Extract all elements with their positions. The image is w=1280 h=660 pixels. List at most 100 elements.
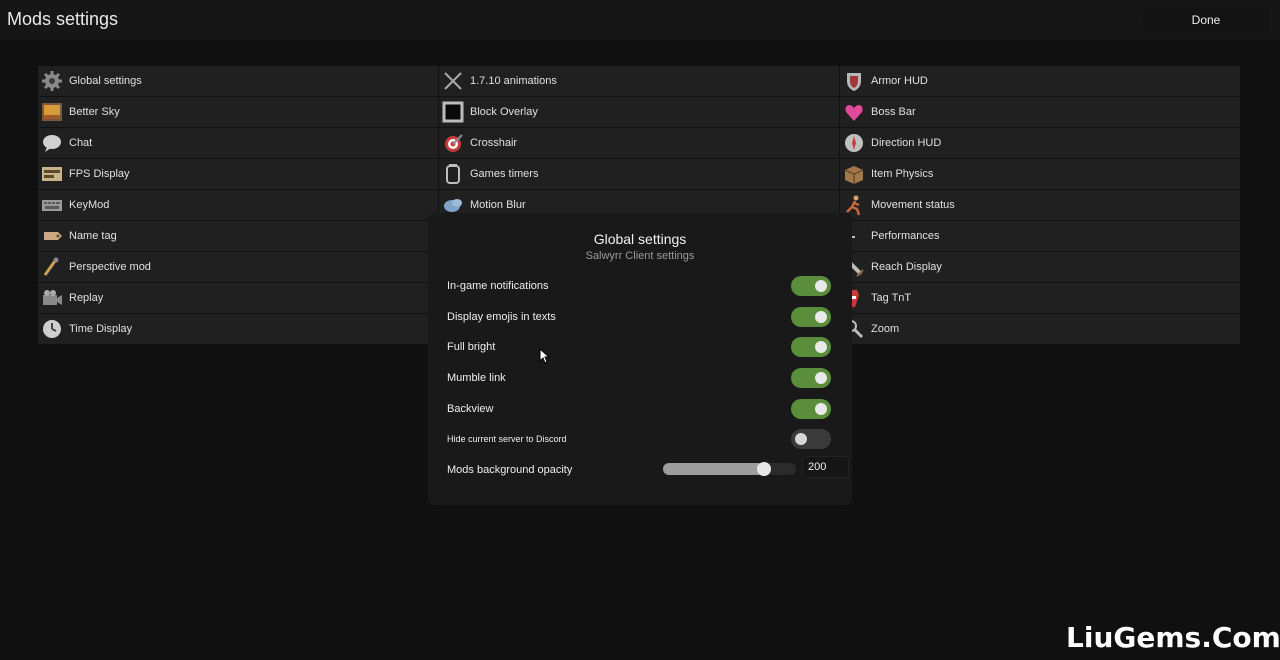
setting-toggle[interactable] xyxy=(791,276,831,296)
watermark: LiuGems.Com xyxy=(1066,621,1280,654)
mod-item-label: Reach Display xyxy=(871,261,942,273)
block-outline-icon xyxy=(442,101,464,123)
mod-item-boss-bar[interactable]: Boss Bar xyxy=(840,97,1240,127)
mod-item-label: Games timers xyxy=(470,168,539,180)
mod-item-perspective-mod[interactable]: Perspective mod xyxy=(38,252,438,282)
mods-column-3: Armor HUD Boss Bar Direction HUD Item Physi… xyxy=(840,66,1240,344)
mod-item-label: Chat xyxy=(69,137,93,149)
opacity-slider[interactable] xyxy=(663,462,796,476)
toggle-knob xyxy=(795,433,807,445)
mod-item-label: Crosshair xyxy=(470,137,518,149)
mod-item-label: KeyMod xyxy=(69,199,110,211)
dialog-title: Global settings xyxy=(593,231,687,247)
mod-item-label: 1.7.10 animations xyxy=(470,75,557,87)
setting-toggle[interactable] xyxy=(791,368,831,388)
toggle-knob xyxy=(815,372,827,384)
mod-item-chat[interactable]: Chat xyxy=(38,128,438,158)
mod-item-direction-hud[interactable]: Direction HUD xyxy=(840,128,1240,158)
mod-item-label: Name tag xyxy=(69,230,117,242)
mod-item-label: Boss Bar xyxy=(871,106,916,118)
mod-item-tag-tnt[interactable]: Tag TnT xyxy=(840,283,1240,313)
setting-toggle[interactable] xyxy=(791,429,831,449)
done-button[interactable]: Done xyxy=(1143,8,1269,32)
mod-item-games-timers[interactable]: Games timers xyxy=(439,159,839,189)
mod-item-name-tag[interactable]: Name tag xyxy=(38,221,438,251)
mods-column-1: Global settings Better Sky Chat FPS Display… xyxy=(38,66,438,344)
mod-item-item-physics[interactable]: Item Physics xyxy=(840,159,1240,189)
mod-item-crosshair[interactable]: Crosshair xyxy=(439,128,839,158)
mod-item-reach-display[interactable]: Reach Display xyxy=(840,252,1240,282)
crossed-swords-icon xyxy=(442,70,464,92)
mod-item-label: Zoom xyxy=(871,323,900,335)
mod-item-performances[interactable]: Performances xyxy=(840,221,1240,251)
mod-item-fps-display[interactable]: FPS Display xyxy=(38,159,438,189)
compass-icon xyxy=(843,132,865,154)
mod-item-better-sky[interactable]: Better Sky xyxy=(38,97,438,127)
toggle-knob xyxy=(815,403,827,415)
mod-item-label: Performances xyxy=(871,230,940,242)
mod-item-label: Motion Blur xyxy=(470,199,526,211)
setting-toggle[interactable] xyxy=(791,307,831,327)
mod-item-label: Direction HUD xyxy=(871,137,942,149)
mod-item-zoom[interactable]: Zoom xyxy=(840,314,1240,344)
opacity-label: Mods background opacity xyxy=(447,464,573,476)
opacity-value-input[interactable]: 200 xyxy=(802,456,849,478)
chat-bubble-icon xyxy=(41,132,63,154)
mod-item-block-overlay[interactable]: Block Overlay xyxy=(439,97,839,127)
setting-label: Hide current server to Discord xyxy=(447,434,567,444)
mod-item-label: Perspective mod xyxy=(69,261,151,273)
target-icon xyxy=(442,132,464,154)
perspective-icon xyxy=(41,256,63,278)
setting-row: Hide current server to Discord xyxy=(447,428,831,450)
setting-row: In-game notifications xyxy=(447,275,831,297)
setting-label: Mumble link xyxy=(447,372,506,384)
mod-item-label: Replay xyxy=(69,292,104,304)
opacity-setting-row: Mods background opacity 200 xyxy=(447,456,849,481)
mod-item-label: Movement status xyxy=(871,199,955,211)
mod-item-label: Block Overlay xyxy=(470,106,538,118)
camera-icon xyxy=(41,287,63,309)
mod-item-label: Tag TnT xyxy=(871,292,912,304)
mod-item-label: Time Display xyxy=(69,323,133,335)
mod-item-label: FPS Display xyxy=(69,168,130,180)
setting-label: In-game notifications xyxy=(447,280,549,292)
top-bar: Mods settings Done xyxy=(0,0,1280,40)
setting-row: Mumble link xyxy=(447,367,831,389)
mod-item-global-settings[interactable]: Global settings xyxy=(38,66,438,96)
box-icon xyxy=(843,163,865,185)
global-settings-dialog: Global settings Salwyrr Client settings … xyxy=(428,213,852,505)
opacity-slider-thumb[interactable] xyxy=(757,462,772,476)
mod-item-label: Better Sky xyxy=(69,106,120,118)
mod-item-keymod[interactable]: KeyMod xyxy=(38,190,438,220)
toggle-knob xyxy=(815,341,827,353)
mod-item-label: Armor HUD xyxy=(871,75,928,87)
setting-row: Backview xyxy=(447,398,831,420)
setting-label: Full bright xyxy=(447,341,496,353)
setting-row: Display emojis in texts xyxy=(447,306,831,328)
setting-row: Full bright xyxy=(447,336,831,358)
mod-item-1-7-10-animations[interactable]: 1.7.10 animations xyxy=(439,66,839,96)
setting-toggle[interactable] xyxy=(791,399,831,419)
mod-item-movement-status[interactable]: Movement status xyxy=(840,190,1240,220)
fps-meter-icon xyxy=(41,163,63,185)
sky-icon xyxy=(41,101,63,123)
mod-item-replay[interactable]: Replay xyxy=(38,283,438,313)
opacity-slider-fill xyxy=(663,463,765,475)
keyboard-icon xyxy=(41,194,63,216)
mod-item-label: Global settings xyxy=(69,75,142,87)
setting-label: Backview xyxy=(447,403,494,415)
heart-icon xyxy=(843,101,865,123)
mouse-cursor-icon xyxy=(539,348,551,364)
mod-item-armor-hud[interactable]: Armor HUD xyxy=(840,66,1240,96)
setting-label: Display emojis in texts xyxy=(447,311,556,323)
dialog-subtitle: Salwyrr Client settings xyxy=(585,250,695,262)
mod-item-time-display[interactable]: Time Display xyxy=(38,314,438,344)
toggle-knob xyxy=(815,280,827,292)
setting-toggle[interactable] xyxy=(791,337,831,357)
clock-icon xyxy=(41,318,63,340)
mod-item-label: Item Physics xyxy=(871,168,934,180)
shield-icon xyxy=(843,70,865,92)
toggle-knob xyxy=(815,311,827,323)
jar-icon xyxy=(442,163,464,185)
gear-icon xyxy=(41,70,63,92)
